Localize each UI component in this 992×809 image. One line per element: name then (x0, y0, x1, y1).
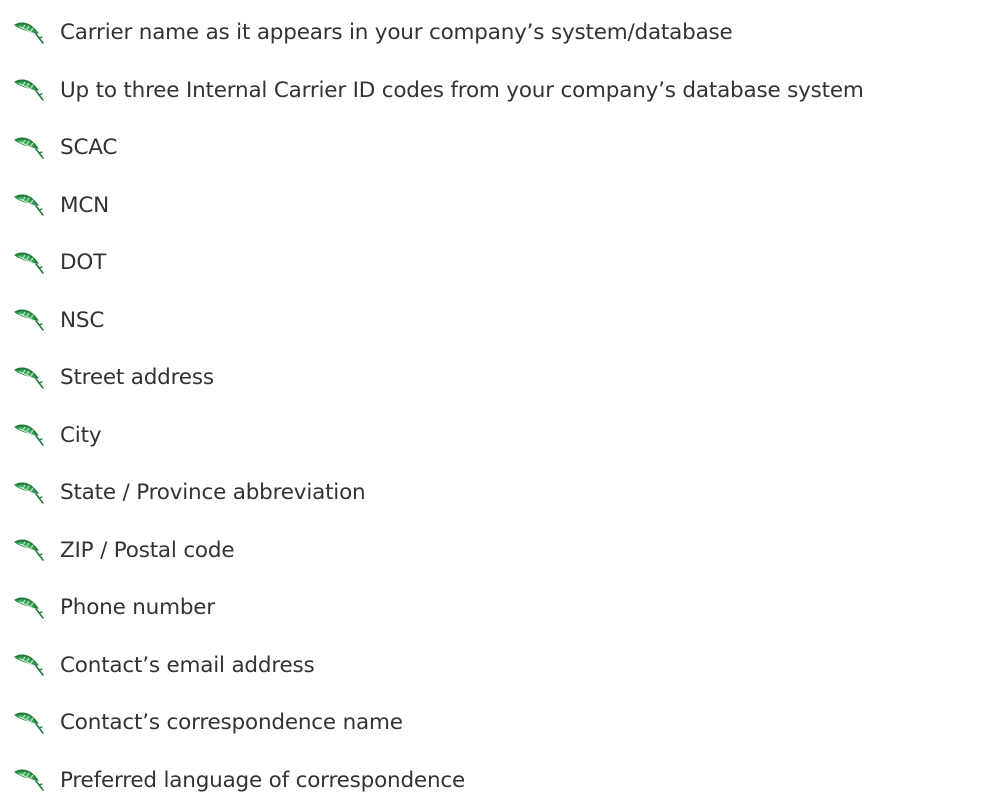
list-item: Contact’s correspondence name (12, 694, 990, 752)
green-feather-leaf-icon (12, 419, 46, 451)
list-item-label: State / Province abbreviation (60, 480, 366, 505)
list-item-label: Contact’s correspondence name (60, 710, 403, 735)
list-item: Up to three Internal Carrier ID codes fr… (12, 62, 990, 120)
list-item: Preferred language of correspondence (12, 752, 990, 809)
green-feather-leaf-icon (12, 534, 46, 566)
list-item-label: Up to three Internal Carrier ID codes fr… (60, 77, 864, 103)
green-feather-leaf-icon (12, 764, 46, 796)
green-feather-leaf-icon (12, 477, 46, 509)
list-item: MCN (12, 177, 990, 235)
list-item-label: DOT (60, 250, 107, 275)
green-feather-leaf-icon (12, 74, 46, 106)
list-item: NSC (12, 292, 990, 350)
list-item-label: City (60, 422, 102, 448)
list-item-label: Contact’s email address (60, 652, 315, 678)
green-feather-leaf-icon (12, 189, 46, 221)
green-feather-leaf-icon (12, 362, 46, 394)
list-item-label: Carrier name as it appears in your compa… (60, 20, 733, 45)
list-item: Carrier name as it appears in your compa… (12, 4, 990, 62)
list-item-label: NSC (60, 307, 105, 333)
green-feather-leaf-icon (12, 592, 46, 624)
list-item: SCAC (12, 119, 990, 177)
bullet-list: Carrier name as it appears in your compa… (12, 4, 990, 809)
list-item-label: Phone number (60, 595, 215, 620)
list-item-label: Preferred language of correspondence (60, 767, 466, 793)
list-item: Phone number (12, 579, 990, 637)
list-item: Contact’s email address (12, 637, 990, 695)
green-feather-leaf-icon (12, 707, 46, 739)
list-item-label: SCAC (60, 135, 118, 160)
list-item: ZIP / Postal code (12, 522, 990, 580)
list-item: City (12, 407, 990, 465)
list-item-label: MCN (60, 192, 110, 218)
list-item-label: ZIP / Postal code (60, 537, 235, 563)
list-item-label: Street address (60, 365, 214, 390)
list-item: State / Province abbreviation (12, 464, 990, 522)
list-item: DOT (12, 234, 990, 292)
green-feather-leaf-icon (12, 649, 46, 681)
green-feather-leaf-icon (12, 247, 46, 279)
list-item: Street address (12, 349, 990, 407)
green-feather-leaf-icon (12, 132, 46, 164)
green-feather-leaf-icon (12, 304, 46, 336)
green-feather-leaf-icon (12, 17, 46, 49)
